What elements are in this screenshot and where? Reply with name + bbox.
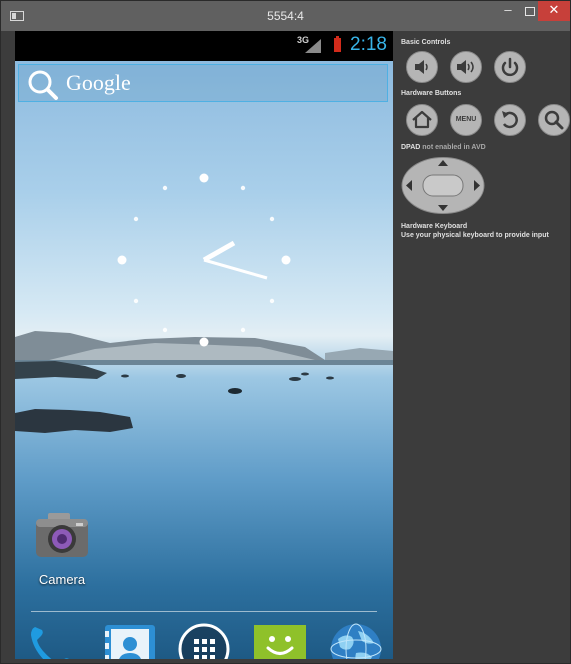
basic-controls-title: Basic Controls — [401, 39, 451, 46]
messaging-icon — [254, 625, 306, 659]
analog-clock-widget[interactable] — [114, 170, 294, 350]
dock-divider — [31, 611, 377, 612]
signal-icon — [305, 39, 321, 53]
home-icon — [412, 110, 432, 129]
maximize-button[interactable] — [522, 1, 538, 21]
back-icon — [502, 111, 518, 129]
home-button[interactable] — [406, 104, 438, 136]
camera-app[interactable]: Camera — [27, 511, 97, 587]
dpad-title-text: DPAD — [401, 144, 421, 151]
search-button[interactable] — [538, 104, 570, 136]
status-bar: 3G 2:18 — [15, 31, 393, 61]
power-icon — [501, 57, 519, 77]
battery-icon — [334, 36, 341, 52]
window-title: 5554:4 — [267, 9, 304, 23]
app-drawer-icon — [178, 623, 230, 659]
minimize-button[interactable]: – — [495, 1, 521, 21]
browser-icon — [330, 623, 382, 659]
dock — [15, 619, 393, 659]
phone-screen[interactable]: 3G 2:18 Google Camera — [15, 31, 393, 659]
volume-down-button[interactable] — [406, 51, 438, 83]
power-button[interactable] — [494, 51, 526, 83]
search-label: Google — [66, 70, 131, 95]
back-button[interactable] — [494, 104, 526, 136]
emulator-controls-panel: Basic Controls Hardware Buttons MENU DPA… — [399, 31, 570, 661]
camera-icon — [36, 513, 88, 557]
status-clock: 2:18 — [350, 34, 387, 55]
volume-down-icon — [415, 60, 428, 74]
close-button[interactable]: ✕ — [538, 1, 570, 21]
volume-up-button[interactable] — [450, 51, 482, 83]
contacts-icon — [105, 625, 155, 659]
dock-messaging[interactable] — [250, 619, 310, 659]
dock-all-apps[interactable] — [174, 619, 234, 659]
dock-contacts[interactable] — [99, 619, 159, 659]
home-screen[interactable]: Google Camera — [15, 61, 393, 659]
dock-phone[interactable] — [21, 619, 81, 659]
dpad-title: DPAD not enabled in AVD — [401, 144, 486, 151]
dock-browser[interactable] — [326, 619, 386, 659]
search-bar[interactable]: Google — [18, 64, 388, 102]
hardware-buttons-title: Hardware Buttons — [401, 90, 462, 97]
dpad-control[interactable] — [401, 157, 485, 214]
camera-label: Camera — [38, 572, 86, 587]
hardware-keyboard-note: Use your physical keyboard to provide in… — [401, 232, 549, 239]
search-icon — [28, 70, 58, 100]
dpad-note: not enabled in AVD — [422, 144, 486, 151]
phone-icon — [31, 627, 69, 659]
magnifier-icon — [544, 110, 564, 130]
menu-label: MENU — [455, 116, 477, 123]
title-bar[interactable]: 5554:4 – ✕ — [1, 1, 570, 31]
menu-button[interactable]: MENU — [450, 104, 482, 136]
volume-up-icon — [457, 60, 474, 74]
hardware-keyboard-title: Hardware Keyboard — [401, 223, 468, 230]
emulator-window: 5554:4 – ✕ 3G 2:18 Google Camera Basic C… — [0, 0, 571, 664]
